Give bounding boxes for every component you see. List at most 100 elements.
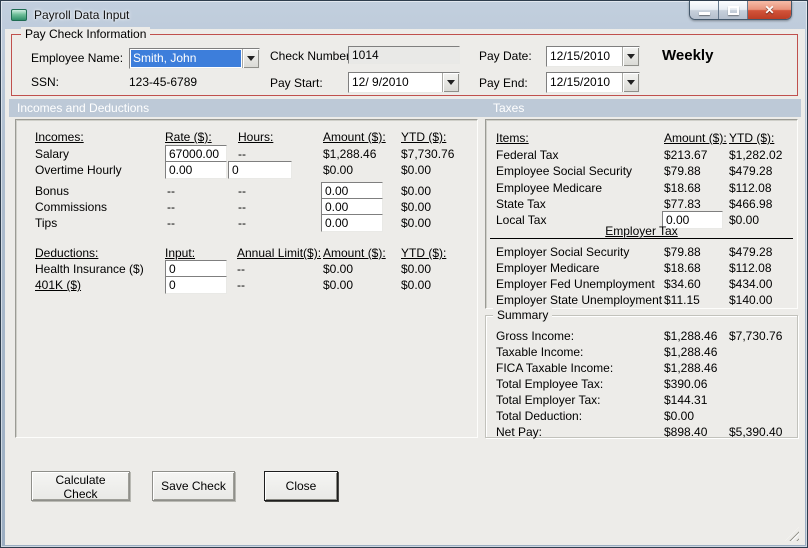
- income-row-bonus: Bonus -- -- $0.00: [16, 184, 477, 200]
- annual-limit-value: --: [237, 262, 245, 276]
- summary-row-fica-taxable-income: FICA Taxable Income: $1,288.46: [486, 361, 797, 377]
- amount-value: $1,288.46: [664, 345, 718, 359]
- deductions-header: Deductions:: [35, 246, 99, 260]
- chevron-down-icon: [627, 54, 635, 63]
- ytd-value: $112.08: [729, 261, 772, 275]
- hours-value: --: [238, 216, 246, 230]
- hours-value: --: [238, 184, 246, 198]
- chevron-down-icon: [627, 80, 635, 89]
- pay-start-value: 12/ 9/2010: [350, 74, 441, 91]
- amount-header: Amount ($):: [664, 131, 727, 145]
- pay-end-value: 12/15/2010: [548, 74, 621, 91]
- income-label: Commissions: [35, 200, 108, 214]
- summary-label: Gross Income:: [496, 329, 575, 343]
- amount-value: $1,288.46: [664, 329, 718, 343]
- rate-value: --: [167, 200, 175, 214]
- tax-label: Employer Social Security: [496, 245, 630, 259]
- pay-end-dropdown-button[interactable]: [622, 73, 639, 92]
- ytd-header: YTD ($):: [401, 246, 447, 260]
- check-number-field[interactable]: [348, 46, 460, 64]
- tax-row-employee-social-security: Employee Social Security $79.88 $479.28: [486, 164, 797, 180]
- maximize-button[interactable]: [719, 1, 748, 19]
- summary-label: FICA Taxable Income:: [496, 361, 614, 375]
- ytd-value: $0.00: [401, 184, 432, 198]
- income-row-tips: Tips -- -- $0.00: [16, 216, 477, 232]
- ytd-header: YTD ($):: [729, 131, 775, 145]
- deduction-row-401k: 401K ($) -- $0.00 $0.00: [16, 278, 477, 294]
- hours-value: --: [238, 147, 246, 161]
- paycheck-info-group-title: Pay Check Information: [21, 27, 151, 41]
- ytd-value: $1,282.02: [729, 148, 783, 162]
- summary-row-total-employee-tax: Total Employee Tax: $390.06: [486, 377, 797, 393]
- amount-value: $1,288.46: [323, 147, 377, 161]
- summary-row-gross-income: Gross Income: $1,288.46 $7,730.76: [486, 329, 797, 345]
- taxes-header-row: Items: Amount ($): YTD ($):: [486, 131, 797, 147]
- income-label: Tips: [35, 216, 58, 230]
- items-header: Items:: [496, 131, 529, 145]
- calculate-check-button[interactable]: Calculate Check: [31, 471, 130, 501]
- summary-label: Net Pay:: [496, 425, 543, 439]
- summary-row-net-pay: Net Pay: $898.40 $5,390.40: [486, 425, 797, 441]
- resize-grip[interactable]: [785, 527, 799, 541]
- taxes-section-title: Taxes: [493, 101, 525, 115]
- rate-value: --: [167, 216, 175, 230]
- 401k-input[interactable]: [165, 276, 227, 294]
- pay-end-picker[interactable]: 12/15/2010: [546, 72, 640, 93]
- ytd-value: $466.98: [729, 197, 773, 211]
- incomes-deductions-section-title: Incomes and Deductions: [17, 101, 150, 115]
- pay-start-label: Pay Start:: [270, 76, 323, 90]
- amount-value: $77.83: [664, 197, 701, 211]
- tax-row-state: State Tax $77.83 $466.98: [486, 197, 797, 213]
- summary-label: Total Employee Tax:: [496, 377, 604, 391]
- tax-row-federal: Federal Tax $213.67 $1,282.02: [486, 148, 797, 164]
- minimize-button[interactable]: [690, 1, 719, 19]
- app-icon: [11, 9, 27, 21]
- pay-start-picker[interactable]: 12/ 9/2010: [348, 72, 460, 93]
- incomes-header: Incomes:: [35, 130, 84, 144]
- hours-value: --: [238, 200, 246, 214]
- save-check-button[interactable]: Save Check: [152, 471, 235, 501]
- amount-value: $0.00: [323, 163, 354, 177]
- amount-value: $0.00: [323, 278, 354, 292]
- pay-date-label: Pay Date:: [479, 49, 532, 63]
- window-controls: ✕: [689, 1, 792, 20]
- deduction-label: 401K ($): [35, 278, 82, 292]
- overtime-rate-input[interactable]: [165, 161, 227, 179]
- pay-frequency-label: Weekly: [662, 47, 714, 64]
- ytd-value: $479.28: [729, 164, 773, 178]
- close-button[interactable]: ✕: [748, 1, 791, 19]
- ytd-value: $0.00: [401, 262, 432, 276]
- summary-label: Total Deduction:: [496, 409, 583, 423]
- amount-value: $144.31: [664, 393, 708, 407]
- rate-value: --: [167, 184, 175, 198]
- hours-header: Hours:: [238, 130, 274, 144]
- incomes-header-row: Incomes: Rate ($): Hours: Amount ($): YT…: [16, 130, 477, 146]
- summary-row-total-employer-tax: Total Employer Tax: $144.31: [486, 393, 797, 409]
- tax-row-employer-social-security: Employer Social Security $79.88 $479.28: [486, 245, 797, 261]
- deductions-header-row: Deductions: Input: Annual Limit($): Amou…: [16, 246, 477, 262]
- close-form-button[interactable]: Close: [264, 471, 338, 501]
- employee-name-select[interactable]: Smith, John: [129, 48, 260, 69]
- ytd-value: $0.00: [401, 278, 432, 292]
- summary-group-title: Summary: [493, 308, 553, 322]
- close-icon: ✕: [764, 3, 775, 17]
- pay-start-dropdown-button[interactable]: [442, 73, 459, 92]
- income-label: Salary: [35, 147, 70, 161]
- income-label: Bonus: [35, 184, 70, 198]
- annual-limit-header: Annual Limit($):: [237, 246, 322, 260]
- titlebar[interactable]: Payroll Data Input ✕: [1, 1, 807, 29]
- ytd-value: $0.00: [401, 200, 432, 214]
- tips-amount-input[interactable]: [321, 214, 383, 232]
- rate-header: Rate ($):: [165, 130, 212, 144]
- section-band: Incomes and Deductions Taxes: [9, 99, 801, 117]
- pay-date-dropdown-button[interactable]: [622, 47, 639, 66]
- pay-date-picker[interactable]: 12/15/2010: [546, 46, 640, 67]
- overtime-hours-input[interactable]: [228, 161, 292, 179]
- tax-label: Employer Fed Unemployment: [496, 277, 655, 291]
- amount-value: $898.40: [664, 425, 708, 439]
- employee-name-dropdown-button[interactable]: [242, 49, 259, 68]
- pay-date-value: 12/15/2010: [548, 48, 621, 65]
- ytd-value: $5,390.40: [729, 425, 783, 439]
- ytd-value: $7,730.76: [729, 329, 783, 343]
- ssn-label: SSN:: [31, 75, 60, 89]
